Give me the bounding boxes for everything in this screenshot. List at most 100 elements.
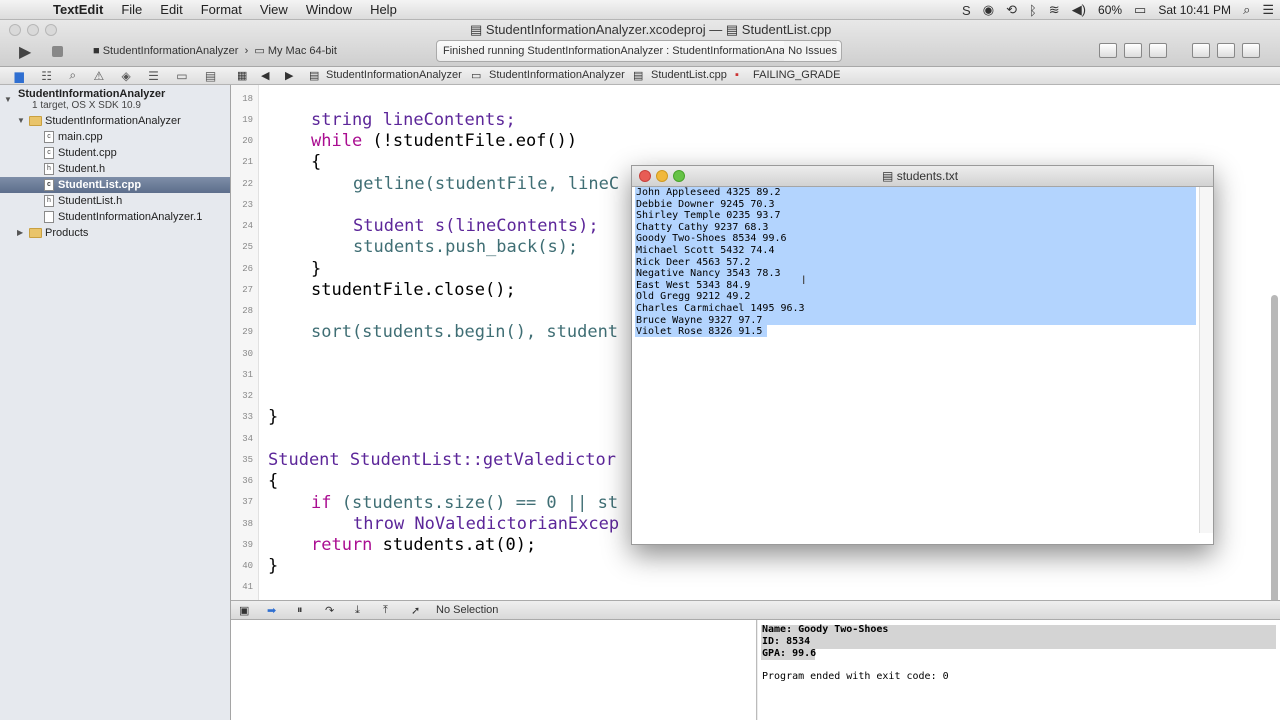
disclosure-open-icon[interactable]: ▼ [17, 113, 25, 129]
pause-icon[interactable]: ⏸ [297, 604, 303, 617]
menu-edit[interactable]: Edit [151, 0, 191, 20]
line-number: 22 [242, 179, 253, 189]
navigator-toggle-button[interactable] [1192, 43, 1210, 58]
scheme-icon: ■ [93, 45, 100, 57]
sidebar-products-item[interactable]: ▶ Products [0, 225, 230, 241]
assistant-editor-button[interactable] [1124, 43, 1142, 58]
line-number-gutter[interactable]: 18 19 20 21 22 23 24 25 26 27 28 29 30 3… [231, 85, 259, 600]
code-line: sort(students.begin(), student [311, 322, 619, 342]
clock[interactable]: Sat 10:41 PM [1152, 0, 1237, 20]
jump-group[interactable]: StudentInformationAnalyzer [489, 69, 625, 81]
version-editor-button[interactable] [1149, 43, 1167, 58]
console-output[interactable]: Name: Goody Two-Shoes ID: 8534 GPA: 99.6… [758, 620, 1280, 720]
battery-icon[interactable]: ▭ [1128, 2, 1152, 18]
folder-icon [29, 228, 42, 239]
line-number: 19 [242, 115, 253, 125]
editor-scrollbar[interactable] [1271, 295, 1278, 600]
text-document[interactable]: John Appleseed 4325 89.2 Debbie Downer 9… [632, 187, 1198, 533]
sidebar-file-item[interactable]: c Student.cpp [0, 145, 230, 161]
back-button[interactable]: ◀ [261, 69, 269, 82]
skype-icon[interactable]: S [956, 3, 977, 18]
code-line: } [268, 407, 279, 427]
breakpoint-navigator-icon[interactable]: ▭ [176, 69, 187, 83]
header-file-icon: h [44, 163, 54, 176]
line-number: 32 [242, 391, 253, 401]
jump-project[interactable]: StudentInformationAnalyzer [326, 69, 462, 81]
code-line: while (!studentFile.eof()) [311, 131, 578, 151]
menu-window[interactable]: Window [297, 0, 361, 20]
code-line: } [311, 259, 322, 279]
line-number: 28 [242, 306, 253, 316]
related-items-icon[interactable]: ▦ [237, 69, 247, 82]
code-line: { [268, 471, 279, 491]
jump-symbol[interactable]: FAILING_GRADE [753, 69, 840, 81]
step-into-icon[interactable]: ⤓ [355, 604, 360, 617]
issue-navigator-icon[interactable]: ⚠ [93, 69, 104, 83]
jump-project-icon: ▤ [309, 70, 320, 82]
project-root-item[interactable]: ▼ StudentInformationAnalyzer 1 target, O… [0, 87, 230, 112]
debug-area-toggle-button[interactable] [1217, 43, 1235, 58]
activity-viewer: Finished running StudentInformationAnaly… [436, 40, 842, 62]
symbol-navigator-icon[interactable]: ☷ [41, 69, 52, 83]
code-line: { [311, 152, 322, 172]
line-number: 34 [242, 434, 253, 444]
battery-percent[interactable]: 60% [1092, 0, 1128, 20]
disclosure-open-icon[interactable]: ▼ [4, 94, 12, 105]
close-button[interactable] [9, 24, 21, 36]
menu-view[interactable]: View [251, 0, 297, 20]
sidebar-file-item[interactable]: c main.cpp [0, 129, 230, 145]
project-navigator-icon[interactable]: ▆ [15, 69, 24, 83]
step-over-icon[interactable]: ↷ [325, 604, 334, 617]
sidebar-file-item[interactable]: StudentInformationAnalyzer.1 [0, 209, 230, 225]
jump-file[interactable]: StudentList.cpp [651, 69, 727, 81]
step-out-icon[interactable]: ⤒ [383, 604, 388, 617]
menu-app-name[interactable]: TextEdit [44, 0, 112, 20]
notification-center-icon[interactable]: ☰ [1256, 2, 1280, 18]
hide-debug-area-icon[interactable]: ▣ [239, 604, 249, 617]
line-number: 18 [242, 94, 253, 104]
wifi-icon[interactable]: ≋ [1043, 2, 1066, 18]
text-line: Violet Rose 8326 91.5 [636, 326, 763, 338]
bluetooth-icon[interactable]: ᛒ [1023, 3, 1043, 18]
menu-file[interactable]: File [112, 0, 151, 20]
zoom-button[interactable] [673, 170, 685, 182]
forward-button[interactable]: ▶ [285, 69, 293, 82]
test-navigator-icon[interactable]: ◈ [122, 69, 131, 83]
debug-navigator-icon[interactable]: ☰ [148, 69, 159, 83]
minimize-button[interactable] [27, 24, 39, 36]
location-icon[interactable]: ➚ [411, 604, 420, 617]
textedit-scrollbar[interactable] [1199, 187, 1213, 533]
sidebar-file-item[interactable]: h StudentList.h [0, 193, 230, 209]
breakpoints-toggle-icon[interactable]: ➡ [267, 604, 276, 617]
line-number: 38 [242, 519, 253, 529]
variables-view[interactable] [231, 620, 757, 720]
menu-format[interactable]: Format [192, 0, 251, 20]
zoom-button[interactable] [45, 24, 57, 36]
sidebar-file-item-selected[interactable]: c StudentList.cpp [0, 177, 230, 193]
record-icon[interactable]: ◉ [977, 2, 1000, 18]
scheme-selector[interactable]: ■ StudentInformationAnalyzer › ▭ My Mac … [93, 44, 337, 57]
run-button[interactable]: ▶ [19, 42, 31, 62]
stop-button[interactable] [52, 46, 63, 57]
spotlight-icon[interactable]: ⌕ [1237, 2, 1256, 18]
text-line: Michael Scott 5432 74.4 [636, 245, 775, 256]
line-number: 21 [242, 157, 253, 167]
disclosure-closed-icon[interactable]: ▶ [17, 225, 23, 241]
volume-icon[interactable]: ◀) [1066, 2, 1092, 18]
log-navigator-icon[interactable]: ▤ [205, 69, 216, 83]
code-line: students.push_back(s); [353, 237, 579, 257]
time-machine-icon[interactable]: ⟲ [1000, 2, 1023, 18]
line-number: 41 [242, 582, 253, 592]
close-button[interactable] [639, 170, 651, 182]
utilities-toggle-button[interactable] [1242, 43, 1260, 58]
code-line: } [268, 556, 279, 576]
line-number: 24 [242, 221, 253, 231]
menu-help[interactable]: Help [361, 0, 406, 20]
minimize-button[interactable] [656, 170, 668, 182]
standard-editor-button[interactable] [1099, 43, 1117, 58]
find-navigator-icon[interactable]: ⌕ [69, 68, 76, 83]
debug-selection-status: No Selection [436, 604, 499, 616]
sidebar-file-item[interactable]: h Student.h [0, 161, 230, 177]
sidebar-group-item[interactable]: ▼ StudentInformationAnalyzer [0, 113, 230, 129]
textedit-titlebar[interactable]: ▤ students.txt [632, 166, 1213, 187]
